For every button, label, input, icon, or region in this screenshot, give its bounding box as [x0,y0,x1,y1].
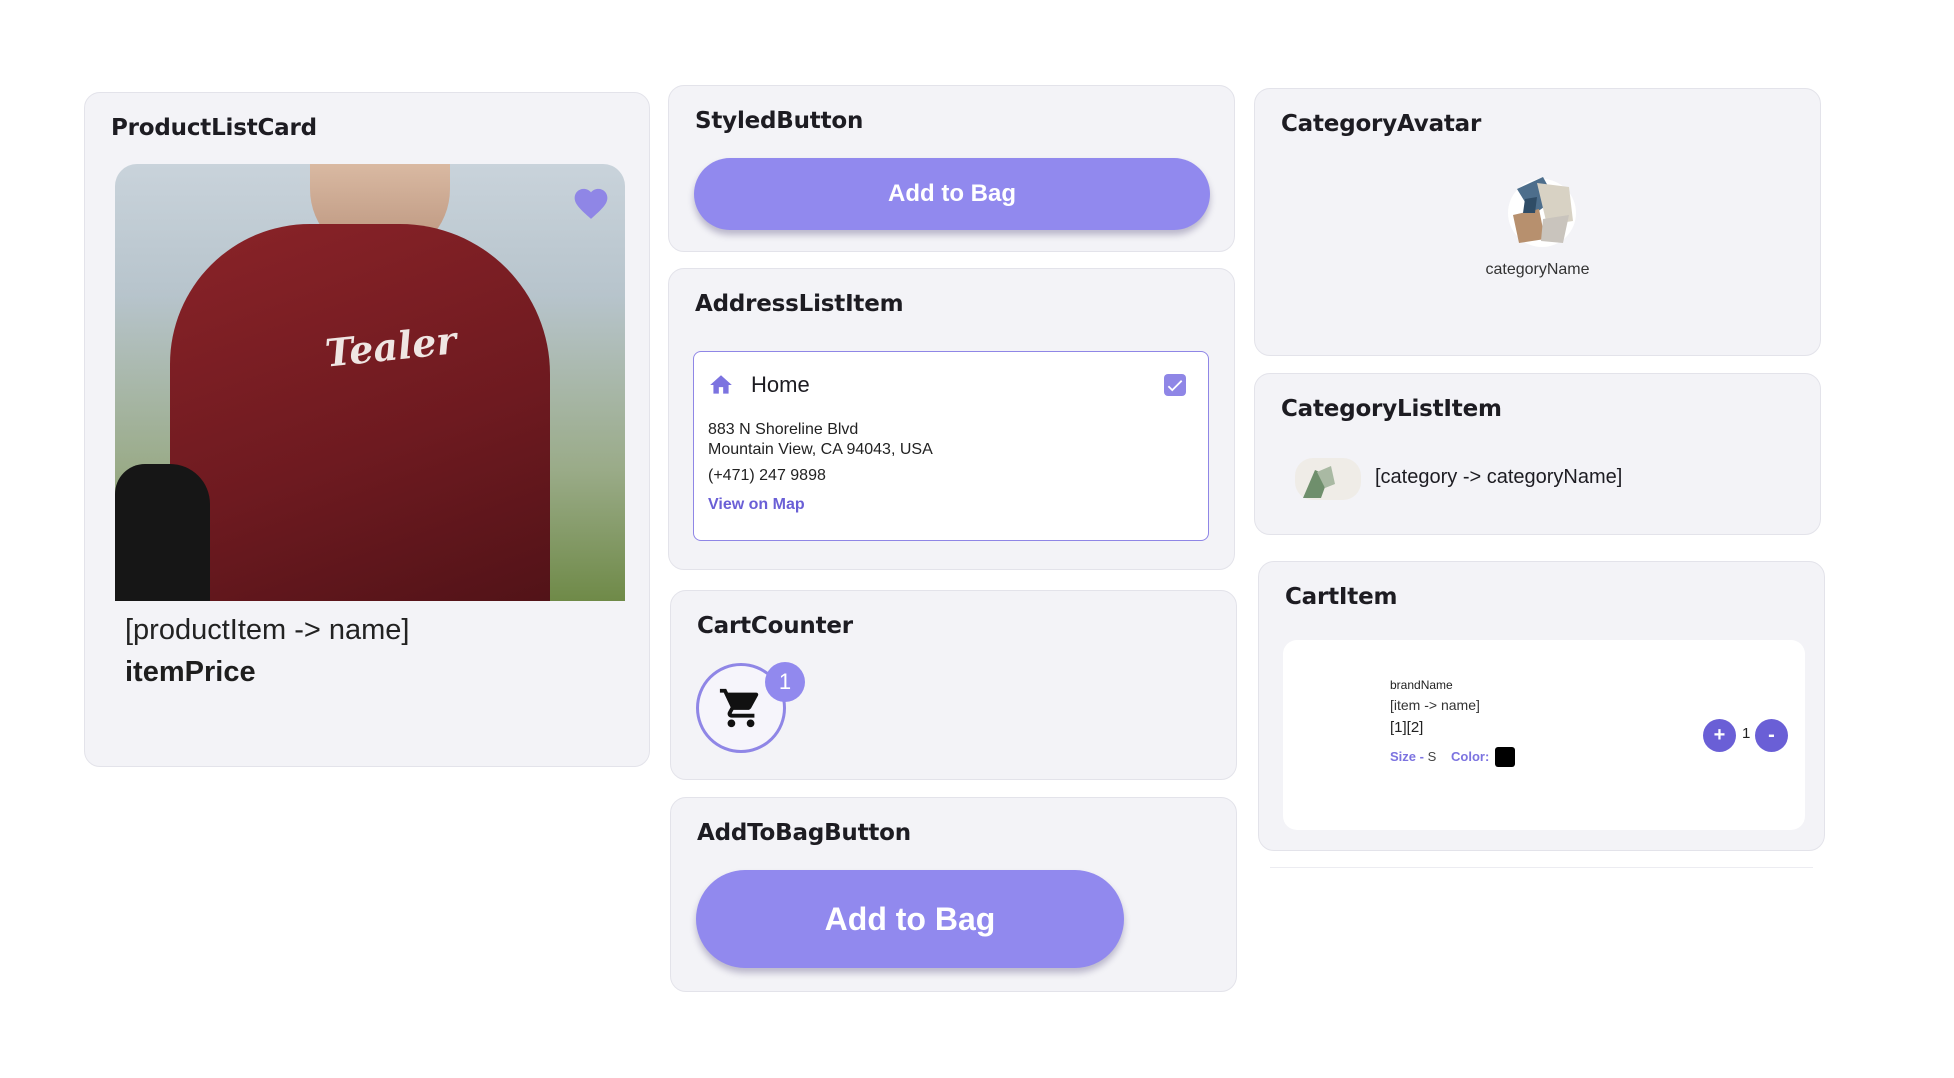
category-name: [category -> categoryName] [1375,466,1623,488]
view-on-map-link[interactable]: View on Map [708,496,805,514]
favorite-button[interactable] [570,181,612,223]
cart-count-badge: 1 [765,662,805,702]
arm-shape [115,464,210,601]
decrease-quantity-button[interactable]: - [1755,719,1788,752]
color-swatch [1495,747,1515,767]
section-title: CartCounter [697,613,853,639]
cart-item-row[interactable]: brandName [item -> name] [1][2] Size - S… [1283,640,1805,830]
category-list-row[interactable]: [category -> categoryName] [1295,456,1795,502]
add-to-bag-large-button[interactable]: Add to Bag [696,870,1124,968]
section-title: StyledButton [695,108,864,134]
category-name: categoryName [1485,261,1590,278]
shirt-shape [170,224,550,601]
size-info: Size - S [1390,749,1436,764]
category-thumbnail-image [1295,458,1361,500]
increase-quantity-button[interactable]: + [1703,719,1736,752]
color-label: Color: [1451,749,1490,764]
divider [1270,867,1813,868]
check-icon [1167,380,1183,392]
cart-icon [719,688,759,728]
size-value: S [1427,749,1437,764]
address-card[interactable]: Home 883 N Shoreline Blvd Mountain View,… [693,351,1209,541]
section-title: AddressListItem [695,291,904,317]
section-title: CategoryAvatar [1281,111,1482,137]
address-line-1: 883 N Shoreline Blvd [708,421,859,438]
clothes-pile-image[interactable] [1503,169,1581,249]
brand-name: brandName [1390,678,1453,692]
heart-icon [574,188,608,219]
address-line-2: Mountain View, CA 94043, USA [708,441,933,458]
add-to-bag-button[interactable]: Add to Bag [694,158,1210,230]
category-avatar-section: CategoryAvatar categoryName [1254,88,1821,356]
address-list-item-section: AddressListItem Home 883 N Shoreline Blv… [668,268,1235,570]
add-to-bag-button-section: AddToBagButton Add to Bag [670,797,1237,992]
section-title: ProductListCard [111,115,317,141]
section-title: AddToBagButton [697,820,911,846]
cart-counter-section: CartCounter 1 [670,590,1237,780]
section-title: CartItem [1285,584,1398,610]
product-image[interactable]: Tealer [115,164,625,601]
item-price: [1][2] [1390,719,1424,736]
styled-button-section: StyledButton Add to Bag [668,85,1235,252]
section-title: CategoryListItem [1281,396,1502,422]
select-checkbox[interactable] [1164,374,1186,396]
product-price: itemPrice [125,656,256,688]
address-phone: (+471) 247 9898 [708,467,826,484]
home-icon [710,375,732,394]
product-list-card-section: ProductListCard Tealer [productItem -> n… [84,92,650,767]
product-name: [productItem -> name] [125,614,410,646]
category-list-item-section: CategoryListItem [category -> categoryNa… [1254,373,1821,535]
address-name: Home [751,372,810,397]
cart-item-section: CartItem brandName [item -> name] [1][2]… [1258,561,1825,851]
size-label: Size - [1390,749,1424,764]
quantity-value: 1 [1742,725,1751,742]
item-name: [item -> name] [1390,697,1480,713]
